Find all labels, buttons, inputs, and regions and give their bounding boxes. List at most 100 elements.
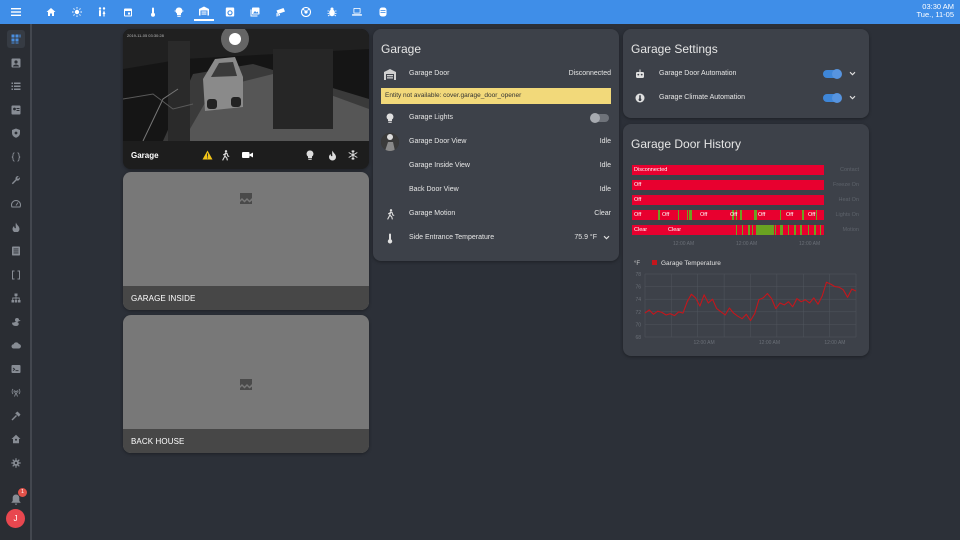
garage-climate-automation-toggle[interactable]: [823, 93, 842, 103]
sidebar-item-console[interactable]: [7, 360, 25, 378]
cloud-icon: [11, 342, 21, 349]
view-dashboard-icon: [11, 34, 21, 44]
tab-image-multiple[interactable]: [245, 3, 265, 21]
tab-cctv[interactable]: [271, 3, 291, 21]
entity-state: Idle: [599, 162, 611, 169]
tab-home[interactable]: [41, 3, 61, 21]
image-multiple-icon: [250, 7, 260, 17]
notifications-button[interactable]: 1: [7, 488, 27, 508]
timeline-segment: [802, 210, 804, 220]
y-tick-label: 76: [635, 285, 641, 291]
sidebar-item-cloud[interactable]: [7, 336, 25, 354]
timeline-segment: [794, 225, 796, 235]
walk-icon[interactable]: [219, 149, 231, 161]
timeline-segment: [752, 225, 753, 235]
fire-icon[interactable]: [326, 149, 338, 161]
timeline-bar-contact[interactable]: Disconnected: [632, 165, 824, 175]
tab-server[interactable]: [373, 3, 393, 21]
garage-icon: [199, 6, 209, 16]
entity-row-back-door-view[interactable]: Back Door View Idle: [373, 182, 619, 198]
garage-lights-toggle[interactable]: [590, 113, 609, 123]
timeline-segment: [780, 210, 781, 220]
y-tick-label: 68: [635, 335, 641, 341]
entity-state: Idle: [599, 138, 611, 145]
sidebar-item-view-dashboard[interactable]: [7, 30, 25, 48]
sidebar-item-code-brackets[interactable]: [7, 266, 25, 284]
video-icon[interactable]: [241, 149, 253, 161]
timeline-segment-label: Off: [730, 211, 738, 218]
timeline-segment-label: Off: [662, 211, 670, 218]
tab-laptop[interactable]: [347, 3, 367, 21]
warning-icon[interactable]: [201, 149, 213, 161]
weather-sunny-icon: [71, 7, 82, 17]
sidebar-item-speedometer[interactable]: [7, 195, 25, 213]
card-title: Garage Settings: [631, 42, 718, 56]
sidebar-item-lan[interactable]: [7, 289, 25, 307]
sidebar-item-wrench[interactable]: [7, 171, 25, 189]
entity-row-garage-motion[interactable]: Garage Motion Clear: [373, 206, 619, 222]
entity-state: Clear: [594, 210, 611, 217]
timeline-segment: [814, 225, 816, 235]
sidebar-item-cog[interactable]: [7, 454, 25, 472]
wrench-icon: [11, 176, 20, 185]
sidebar-item-hammer[interactable]: [7, 407, 25, 425]
sidebar-item-account-box[interactable]: [7, 54, 25, 72]
tab-bug[interactable]: [322, 3, 342, 21]
y-tick-label: 70: [635, 322, 641, 328]
tab-garage[interactable]: [194, 3, 214, 21]
setting-row-garage-climate-automation[interactable]: Garage Climate Automation: [623, 90, 869, 106]
chevron-down-icon[interactable]: [849, 70, 856, 79]
y-tick-label: 78: [635, 272, 641, 278]
timeline-name: Freeze On: [833, 182, 859, 188]
entity-warning: Entity not available: cover.garage_door_…: [381, 88, 611, 104]
setting-row-garage-door-automation[interactable]: Garage Door Automation: [623, 66, 869, 82]
camera-card-garage[interactable]: 2019-11-05 03:30:28 Garage: [123, 29, 369, 169]
garage-door-automation-toggle[interactable]: [823, 69, 842, 79]
image-broken-icon: [238, 376, 254, 392]
tab-washing-machine[interactable]: [220, 3, 240, 21]
entity-row-garage-lights[interactable]: Garage Lights: [373, 110, 619, 126]
tab-thermometer[interactable]: [143, 3, 163, 21]
y-tick-label: 72: [635, 310, 641, 316]
tab-weather-sunny[interactable]: [67, 3, 87, 21]
laptop-icon: [352, 8, 362, 16]
entity-state: 75.9 °F: [574, 234, 597, 241]
robot-vacuum-icon: [301, 7, 311, 17]
file-list-icon: [12, 246, 20, 256]
snowflake-icon[interactable]: [347, 149, 359, 161]
entity-row-garage-door[interactable]: Garage Door Disconnected: [373, 66, 619, 82]
sidebar-item-shield[interactable]: [7, 124, 25, 142]
menu-button[interactable]: [0, 0, 32, 24]
sidebar-item-duck[interactable]: [7, 313, 25, 331]
sidebar-item-antenna[interactable]: [7, 383, 25, 401]
camera-image: [123, 29, 369, 141]
tab-human-male-female[interactable]: [92, 3, 112, 21]
timeline-segment-label: Clear: [668, 226, 682, 233]
sidebar-item-account-card[interactable]: [7, 101, 25, 119]
timeline-bar-heat[interactable]: Off: [632, 195, 824, 205]
sidebar-item-code-braces[interactable]: [7, 148, 25, 166]
timeline-bar-motion[interactable]: Clear Clear: [632, 225, 824, 235]
timeline-bar-freeze[interactable]: Off: [632, 180, 824, 190]
sidebar-item-file-list[interactable]: [7, 242, 25, 260]
timeline-tick: 12:00 AM: [673, 241, 695, 247]
clock: 03:30 AM Tue., 11-05: [916, 3, 954, 19]
lightbulb-icon[interactable]: [304, 149, 316, 161]
tab-calendar[interactable]: [118, 3, 138, 21]
walk-icon: [383, 207, 397, 221]
timeline-bar-lights[interactable]: Off Off Off Off Off Off Off: [632, 210, 824, 220]
chevron-down-icon[interactable]: [603, 234, 610, 243]
tab-robot-vacuum[interactable]: [296, 3, 316, 21]
format-list-icon: [11, 82, 21, 91]
camera-card-garage-inside[interactable]: GARAGE INSIDE: [123, 172, 369, 310]
user-avatar[interactable]: J: [6, 509, 25, 528]
entity-row-garage-inside-view[interactable]: Garage Inside View Idle: [373, 158, 619, 174]
entity-row-side-entrance-temperature[interactable]: Side Entrance Temperature 75.9 °F: [373, 230, 619, 246]
sidebar-item-fire[interactable]: [7, 218, 25, 236]
chevron-down-icon[interactable]: [849, 94, 856, 103]
sidebar-item-home-assistant[interactable]: [7, 430, 25, 448]
sidebar-item-format-list[interactable]: [7, 77, 25, 95]
entity-row-garage-door-view[interactable]: Garage Door View Idle: [373, 133, 619, 151]
camera-card-back-house[interactable]: BACK HOUSE: [123, 315, 369, 453]
tab-lightbulb[interactable]: [169, 3, 189, 21]
